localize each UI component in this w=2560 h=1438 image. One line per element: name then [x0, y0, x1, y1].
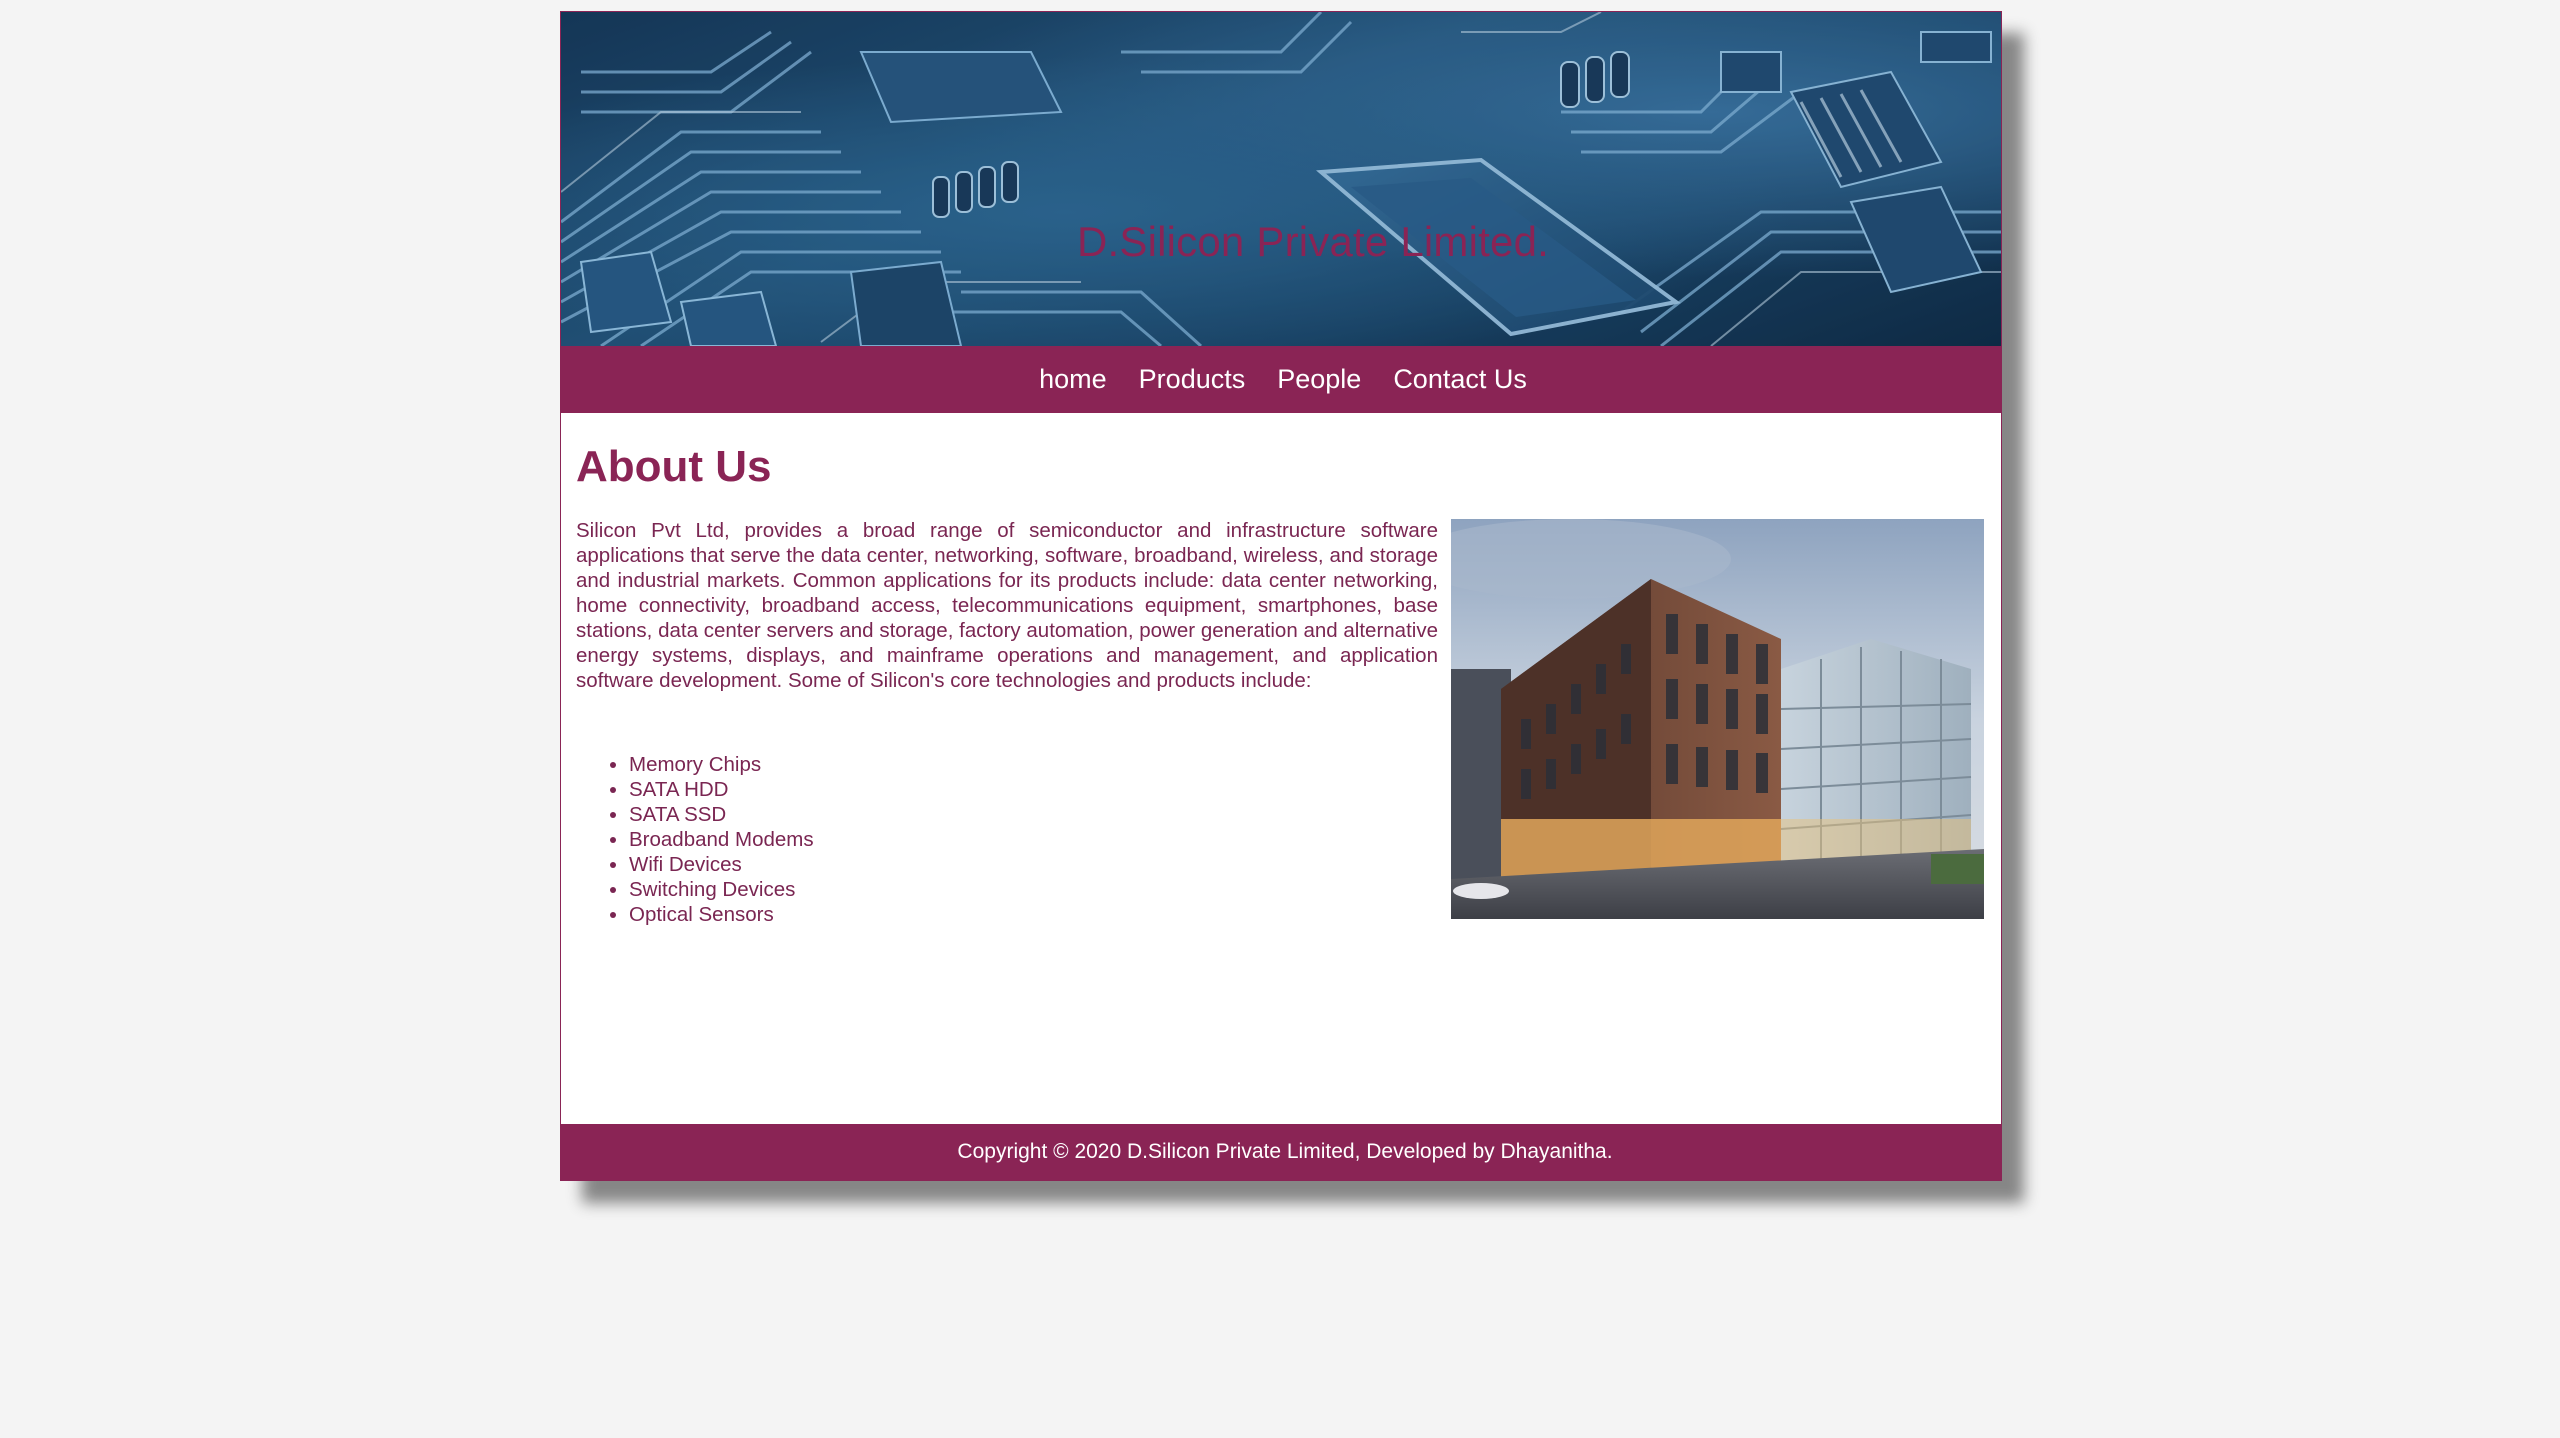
product-list: Memory Chips SATA HDD SATA SSD Broadband…	[576, 752, 814, 927]
copyright-text: Copyright © 2020 D.Silicon Private Limit…	[957, 1140, 1613, 1163]
office-building-image	[1451, 519, 1984, 919]
page-container: D.Silicon Private Limited. home Products…	[560, 11, 2002, 1181]
list-item: Broadband Modems	[629, 827, 814, 852]
nav-item-people[interactable]: People	[1277, 364, 1361, 395]
footer: Copyright © 2020 D.Silicon Private Limit…	[561, 1124, 2001, 1180]
about-paragraph: Silicon Pvt Ltd, provides a broad range …	[576, 519, 1438, 692]
list-item: Wifi Devices	[629, 852, 814, 877]
list-item: Switching Devices	[629, 877, 814, 902]
list-item: Optical Sensors	[629, 902, 814, 927]
nav-item-home[interactable]: home	[1039, 364, 1107, 395]
site-title: D.Silicon Private Limited.	[1076, 218, 1550, 265]
list-item: SATA HDD	[629, 777, 814, 802]
nav-item-contact-us[interactable]: Contact Us	[1393, 364, 1527, 395]
page-title: About Us	[576, 442, 772, 491]
header-banner: D.Silicon Private Limited.	[561, 12, 2001, 346]
circuit-board-image	[561, 12, 2001, 346]
list-item: Memory Chips	[629, 752, 814, 777]
list-item: SATA SSD	[629, 802, 814, 827]
nav-item-products[interactable]: Products	[1139, 364, 1246, 395]
main-nav: home Products People Contact Us	[561, 346, 2001, 413]
